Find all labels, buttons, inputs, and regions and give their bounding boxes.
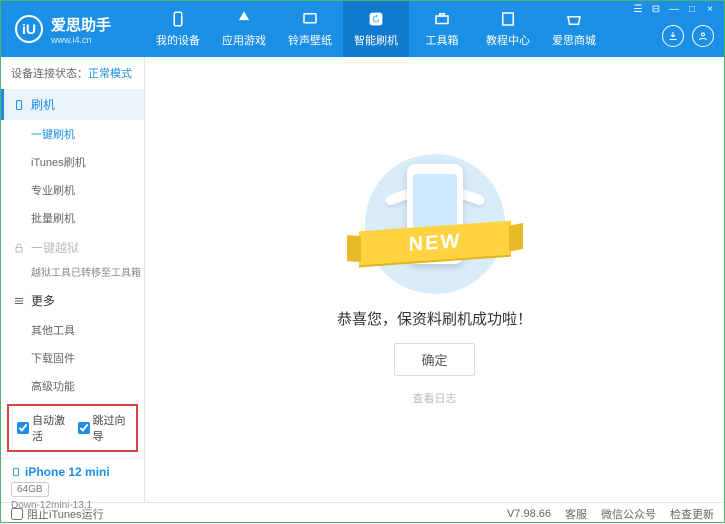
nav-my-device[interactable]: 我的设备 xyxy=(145,1,211,57)
nav-label: 应用游戏 xyxy=(222,32,266,48)
phone-icon xyxy=(13,99,25,111)
nav-label: 教程中心 xyxy=(486,32,530,48)
phone-icon xyxy=(169,10,187,28)
section-jailbreak[interactable]: 一键越狱 xyxy=(1,232,144,263)
success-illustration: NEW xyxy=(365,154,505,294)
app-url: www.i4.cn xyxy=(51,35,111,45)
success-message: 恭喜您，保资料刷机成功啦！ xyxy=(337,308,532,329)
lock-icon[interactable]: ⊟ xyxy=(648,4,664,15)
nav-label: 我的设备 xyxy=(156,32,200,48)
check-update-link[interactable]: 检查更新 xyxy=(670,506,714,522)
app-header: iU 爱思助手 www.i4.cn 我的设备 应用游戏 铃声壁纸 智能刷机 工具… xyxy=(1,1,724,57)
nav-flash[interactable]: 智能刷机 xyxy=(343,1,409,57)
nav-apps[interactable]: 应用游戏 xyxy=(211,1,277,57)
header-user-icons xyxy=(662,25,714,47)
device-status: 设备连接状态：正常模式 xyxy=(1,57,144,89)
version-label: V7.98.66 xyxy=(507,508,551,520)
minimize-icon[interactable]: — xyxy=(666,4,682,15)
device-down: Down-12mini-13,1 xyxy=(11,500,134,511)
nav-tutorial[interactable]: 教程中心 xyxy=(475,1,541,57)
nav-label: 智能刷机 xyxy=(354,32,398,48)
sidebar-item-firmware[interactable]: 下载固件 xyxy=(31,344,144,372)
download-icon[interactable] xyxy=(662,25,684,47)
jailbreak-note: 越狱工具已转移至工具箱 xyxy=(1,263,144,285)
option-checkboxes: 自动激活 跳过向导 xyxy=(7,404,138,452)
nav-label: 爱思商城 xyxy=(552,32,596,48)
apps-icon xyxy=(235,10,253,28)
sidebar-item-other[interactable]: 其他工具 xyxy=(31,316,144,344)
ok-button[interactable]: 确定 xyxy=(394,343,474,376)
close-icon[interactable]: × xyxy=(702,4,718,15)
refresh-icon xyxy=(367,10,385,28)
service-link[interactable]: 客服 xyxy=(565,506,587,522)
device-block[interactable]: iPhone 12 mini 64GB Down-12mini-13,1 xyxy=(1,458,144,519)
view-log-link[interactable]: 查看日志 xyxy=(413,390,457,406)
sidebar-item-batch[interactable]: 批量刷机 xyxy=(31,204,144,232)
phone-icon xyxy=(11,465,21,479)
maximize-icon[interactable]: □ xyxy=(684,4,700,15)
nav-store[interactable]: 爱思商城 xyxy=(541,1,607,57)
app-title: 爱思助手 xyxy=(51,14,111,35)
nav-label: 工具箱 xyxy=(426,32,459,48)
nav-ringtone[interactable]: 铃声壁纸 xyxy=(277,1,343,57)
sidebar-item-advanced[interactable]: 高级功能 xyxy=(31,372,144,400)
sidebar-item-oneclick[interactable]: 一键刷机 xyxy=(31,120,144,148)
user-icon[interactable] xyxy=(692,25,714,47)
lock-icon xyxy=(13,242,25,254)
window-controls: ☰ ⊟ — □ × xyxy=(624,1,724,18)
section-flash[interactable]: 刷机 xyxy=(1,89,144,120)
toolbox-icon xyxy=(433,10,451,28)
book-icon xyxy=(499,10,517,28)
chk-auto-activate[interactable]: 自动激活 xyxy=(17,412,68,444)
wechat-link[interactable]: 微信公众号 xyxy=(601,506,656,522)
section-more[interactable]: 更多 xyxy=(1,285,144,316)
device-name: iPhone 12 mini xyxy=(11,465,134,479)
chk-skip-guide[interactable]: 跳过向导 xyxy=(78,412,129,444)
sidebar-item-pro[interactable]: 专业刷机 xyxy=(31,176,144,204)
sidebar: 设备连接状态：正常模式 刷机 一键刷机 iTunes刷机 专业刷机 批量刷机 一… xyxy=(1,57,145,502)
main-nav: 我的设备 应用游戏 铃声壁纸 智能刷机 工具箱 教程中心 爱思商城 xyxy=(145,1,607,57)
logo-icon: iU xyxy=(15,15,43,43)
nav-toolbox[interactable]: 工具箱 xyxy=(409,1,475,57)
nav-label: 铃声壁纸 xyxy=(288,32,332,48)
main-content: NEW 恭喜您，保资料刷机成功啦！ 确定 查看日志 xyxy=(145,57,724,502)
sidebar-item-itunes[interactable]: iTunes刷机 xyxy=(31,148,144,176)
store-icon xyxy=(565,10,583,28)
device-capacity: 64GB xyxy=(11,482,49,497)
wallpaper-icon xyxy=(301,10,319,28)
more-icon xyxy=(13,295,25,307)
logo-area: iU 爱思助手 www.i4.cn xyxy=(1,14,145,45)
menu-icon[interactable]: ☰ xyxy=(630,4,646,15)
status-mode: 正常模式 xyxy=(88,68,132,80)
